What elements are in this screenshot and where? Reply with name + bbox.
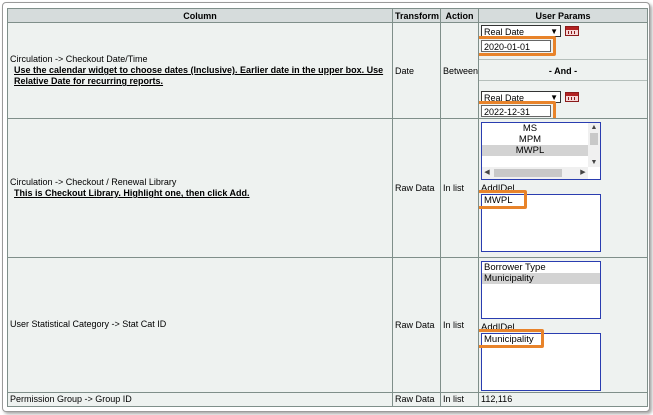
vertical-scrollbar[interactable]: ▲ ▼	[588, 123, 600, 168]
column-cell: Circulation -> Checkout / Renewal Librar…	[7, 118, 393, 258]
action-cell: In list	[440, 256, 479, 393]
highlight-box	[479, 36, 556, 57]
table-row: Permission Group -> Group ID Raw Data In…	[7, 391, 648, 408]
column-cell: User Statistical Category -> Stat Cat ID	[7, 256, 393, 393]
scroll-thumb[interactable]	[494, 169, 562, 178]
library-options-list[interactable]: MS MPM MWPL ▲ ▼ ◀ ▶	[481, 122, 601, 181]
scroll-down-icon[interactable]: ▼	[588, 158, 600, 167]
column-cell: Permission Group -> Group ID	[7, 391, 393, 408]
header-action: Action	[440, 7, 479, 24]
action-cell: Between	[440, 22, 479, 120]
report-params-panel: Column Transform Action User Params Circ…	[2, 2, 650, 412]
transform-cell: Raw Data	[392, 118, 441, 258]
table-row: Circulation -> Checkout Date/Time Use th…	[7, 22, 648, 120]
header-column: Column	[7, 7, 393, 24]
user-params-cell: Borrower Type Municipality Add|Del Munic…	[478, 256, 648, 393]
column-name: Circulation -> Checkout / Renewal Librar…	[10, 176, 177, 187]
and-label: - And -	[548, 66, 578, 77]
column-hint: Use the calendar widget to choose dates …	[14, 65, 384, 87]
list-item[interactable]: MS	[482, 123, 600, 134]
column-name: Circulation -> Checkout Date/Time	[10, 54, 148, 65]
user-params-cell: Real Date ▼ 2020-01-01 - And - Real Date…	[478, 22, 648, 120]
table-row: User Statistical Category -> Stat Cat ID…	[7, 256, 648, 393]
list-item[interactable]: MPM	[482, 134, 600, 145]
calendar-icon[interactable]	[565, 26, 579, 37]
action-cell: In list	[440, 391, 479, 408]
highlight-box	[479, 101, 556, 118]
transform-cell: Date	[392, 22, 441, 120]
divider	[479, 80, 647, 82]
scroll-left-icon[interactable]: ◀	[482, 167, 492, 179]
column-hint: This is Checkout Library. Highlight one,…	[14, 187, 250, 198]
user-params-cell: 112,116	[478, 391, 648, 408]
column-name: User Statistical Category -> Stat Cat ID	[10, 319, 167, 330]
highlight-box	[479, 190, 527, 210]
calendar-icon[interactable]	[565, 92, 579, 103]
horizontal-scrollbar[interactable]: ◀ ▶	[482, 167, 588, 180]
user-params-cell: MS MPM MWPL ▲ ▼ ◀ ▶ Add|Del MWPL	[478, 118, 648, 258]
action-cell: In list	[440, 118, 479, 258]
transform-cell: Raw Data	[392, 256, 441, 393]
column-cell: Circulation -> Checkout Date/Time Use th…	[7, 22, 393, 120]
highlight-box	[479, 328, 544, 348]
header-user-params: User Params	[478, 7, 648, 24]
divider	[479, 59, 647, 61]
scroll-right-icon[interactable]: ▶	[578, 167, 588, 179]
transform-cell: Raw Data	[392, 391, 441, 408]
scroll-thumb[interactable]	[590, 133, 598, 146]
table-row: Circulation -> Checkout / Renewal Librar…	[7, 118, 648, 258]
stat-cat-options-list[interactable]: Borrower Type Municipality	[481, 260, 601, 319]
report-params-table: Column Transform Action User Params Circ…	[7, 7, 648, 408]
list-item[interactable]: Borrower Type	[482, 262, 600, 273]
list-item[interactable]: MWPL	[482, 145, 600, 157]
list-item[interactable]: Municipality	[482, 272, 600, 284]
scroll-up-icon[interactable]: ▲	[588, 123, 600, 132]
header-transform: Transform	[392, 7, 441, 24]
